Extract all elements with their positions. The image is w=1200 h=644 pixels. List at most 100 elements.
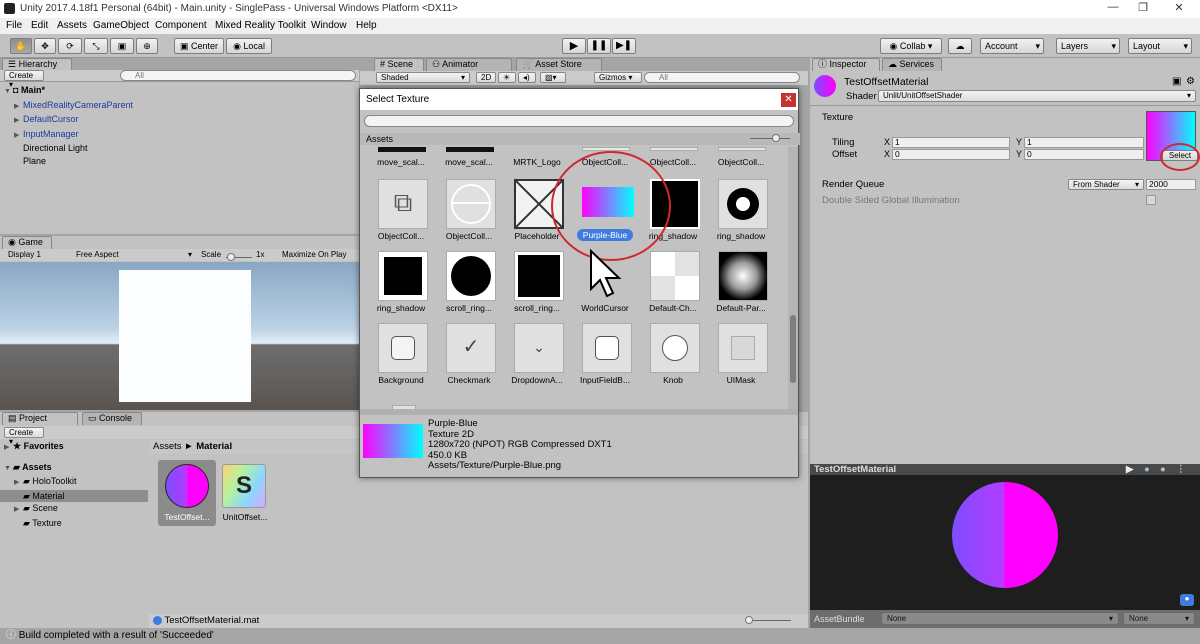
- texture-label[interactable]: ObjectColl...: [368, 231, 434, 241]
- offset-x-field[interactable]: 0: [892, 149, 1010, 160]
- favorites-item[interactable]: ▶ ★ Favorites: [0, 440, 148, 455]
- play-button[interactable]: ▶: [562, 38, 586, 54]
- tab-game[interactable]: ◉ Game: [2, 236, 52, 249]
- hierarchy-item[interactable]: Plane: [4, 155, 359, 168]
- texture-label[interactable]: WorldCursor: [572, 303, 638, 313]
- folder-item[interactable]: ▰ Texture: [0, 517, 148, 530]
- texture-label[interactable]: UIMask: [708, 375, 774, 385]
- folder-item[interactable]: ▶ ▰ Scene: [0, 502, 148, 517]
- assetbundle-dropdown[interactable]: None ▾: [882, 613, 1118, 624]
- step-button[interactable]: ▶❚: [612, 38, 636, 54]
- texture-label[interactable]: DropdownA...: [504, 375, 570, 385]
- texture-label[interactable]: Default-Par...: [708, 303, 774, 313]
- dropdown-arrow-icon[interactable]: ⌄: [514, 323, 564, 373]
- menu-edit[interactable]: Edit: [31, 20, 48, 31]
- dialog-scrollbar[interactable]: [788, 147, 798, 409]
- hierarchy-item[interactable]: ▶ MixedRealityCameraParent: [4, 99, 359, 114]
- texture-thumb[interactable]: [446, 179, 496, 229]
- tab-project[interactable]: ▤ Project: [2, 412, 78, 425]
- texture-thumb[interactable]: [446, 251, 496, 301]
- menu-assets[interactable]: Assets: [57, 20, 87, 31]
- tab-animator[interactable]: ⚇ Animator: [426, 58, 512, 71]
- texture-thumb[interactable]: [650, 323, 700, 373]
- pivot-local-button[interactable]: ◉ Local: [226, 38, 272, 54]
- hand-tool-icon[interactable]: ✋: [10, 38, 32, 54]
- asset-file-label[interactable]: UnitOffset...: [216, 512, 274, 522]
- hierarchy-item[interactable]: Directional Light: [4, 142, 359, 155]
- texture-label[interactable]: move_scal...: [436, 157, 502, 167]
- dialog-assets-tab[interactable]: Assets: [360, 133, 800, 145]
- texture-label[interactable]: Background: [368, 375, 434, 385]
- texture-thumb[interactable]: [718, 179, 768, 229]
- texture-label[interactable]: ring_shadow: [708, 231, 774, 241]
- asset-bundle-info-icon[interactable]: ●: [1180, 594, 1194, 606]
- preview-light-icon[interactable]: ●: [1160, 464, 1166, 475]
- dialog-scrollbar-thumb[interactable]: [790, 315, 796, 383]
- transform-tool-icon[interactable]: ⊕: [136, 38, 158, 54]
- pause-button[interactable]: ❚❚: [587, 38, 611, 54]
- settings-gear-icon[interactable]: ⚙: [1186, 76, 1195, 87]
- tab-inspector[interactable]: ⓘ Inspector: [812, 58, 880, 71]
- assetbundle-variant-dropdown[interactable]: None ▾: [1124, 613, 1194, 624]
- hierarchy-item[interactable]: ▶ DefaultCursor: [4, 113, 359, 128]
- aspect-dropdown[interactable]: Free Aspect: [76, 249, 119, 261]
- scale-tool-icon[interactable]: ⤡: [84, 38, 108, 54]
- texture-label[interactable]: InputFieldB...: [572, 375, 638, 385]
- texture-label[interactable]: ring_shadow: [368, 303, 434, 313]
- layout-dropdown[interactable]: Layout ▾: [1128, 38, 1192, 54]
- breadcrumb-root[interactable]: Assets: [153, 441, 182, 452]
- scale-slider[interactable]: [226, 252, 252, 261]
- texture-thumb[interactable]: [582, 323, 632, 373]
- audio-toggle-icon[interactable]: ◂): [518, 72, 536, 83]
- texture-label[interactable]: ObjectColl...: [436, 231, 502, 241]
- expand-icon[interactable]: ▶: [14, 115, 23, 128]
- menu-window[interactable]: Window: [311, 20, 347, 31]
- render-queue-mode-dropdown[interactable]: From Shader ▾: [1068, 179, 1144, 190]
- restore-button[interactable]: ❐: [1128, 1, 1158, 17]
- rotate-tool-icon[interactable]: ⟳: [58, 38, 82, 54]
- menu-gameobject[interactable]: GameObject: [93, 20, 149, 31]
- thumbnail-size-slider[interactable]: [745, 616, 791, 624]
- move-tool-icon[interactable]: ✥: [34, 38, 56, 54]
- folder-item[interactable]: ▶ ▰ HoloToolkit: [0, 475, 148, 490]
- menu-help[interactable]: Help: [356, 20, 377, 31]
- texture-label[interactable]: MRTK_Logo: [504, 157, 570, 167]
- scene-root-item[interactable]: ▼ ◘ Main*: [4, 84, 359, 99]
- texture-label[interactable]: Checkmark: [436, 375, 502, 385]
- dialog-close-icon[interactable]: ✕: [781, 93, 796, 107]
- texture-thumb[interactable]: [718, 323, 768, 373]
- tiling-y-field[interactable]: 1: [1024, 137, 1144, 148]
- preview-play-icon[interactable]: ▶: [1126, 464, 1133, 475]
- minimize-button[interactable]: —: [1098, 1, 1128, 17]
- checkmark-icon[interactable]: ✓: [446, 323, 496, 373]
- pivot-center-button[interactable]: ▣ Center: [174, 38, 224, 54]
- help-icon[interactable]: ▣: [1172, 76, 1181, 87]
- collab-button[interactable]: ◉ Collab ▾: [880, 38, 942, 54]
- offset-y-field[interactable]: 0: [1024, 149, 1144, 160]
- maximize-on-play-toggle[interactable]: Maximize On Play: [282, 249, 346, 261]
- texture-thumb[interactable]: [378, 323, 428, 373]
- display-dropdown[interactable]: Display 1: [8, 249, 41, 261]
- preview-menu-icon[interactable]: ⋮: [1176, 464, 1186, 475]
- dialog-search-input[interactable]: [364, 115, 794, 127]
- menu-mixed-reality-toolkit[interactable]: Mixed Reality Toolkit: [215, 20, 306, 31]
- tiling-x-field[interactable]: 1: [892, 137, 1010, 148]
- breadcrumb-leaf[interactable]: Material: [196, 441, 232, 452]
- menu-component[interactable]: Component: [155, 20, 207, 31]
- texture-label[interactable]: scroll_ring...: [504, 303, 570, 313]
- texture-thumb[interactable]: [718, 251, 768, 301]
- texture-thumb[interactable]: [650, 251, 700, 301]
- scene-search-input[interactable]: All: [644, 72, 800, 83]
- tab-console[interactable]: ▭ Console: [82, 412, 142, 425]
- menu-file[interactable]: File: [6, 20, 22, 31]
- tab-services[interactable]: ☁ Services: [882, 58, 942, 71]
- preview-sphere[interactable]: [952, 482, 1058, 588]
- render-queue-value-field[interactable]: 2000: [1146, 179, 1196, 190]
- preview-sphere-icon[interactable]: ●: [1144, 464, 1150, 475]
- texture-thumb[interactable]: [514, 251, 564, 301]
- shader-dropdown[interactable]: Unlit/UnitOffsetShader ▾: [878, 90, 1196, 102]
- hierarchy-item[interactable]: ▶ InputManager: [4, 128, 359, 143]
- tab-scene[interactable]: # Scene: [374, 58, 424, 71]
- folder-item-selected[interactable]: ▰ Material: [0, 489, 148, 502]
- close-window-button[interactable]: ✕: [1164, 1, 1194, 17]
